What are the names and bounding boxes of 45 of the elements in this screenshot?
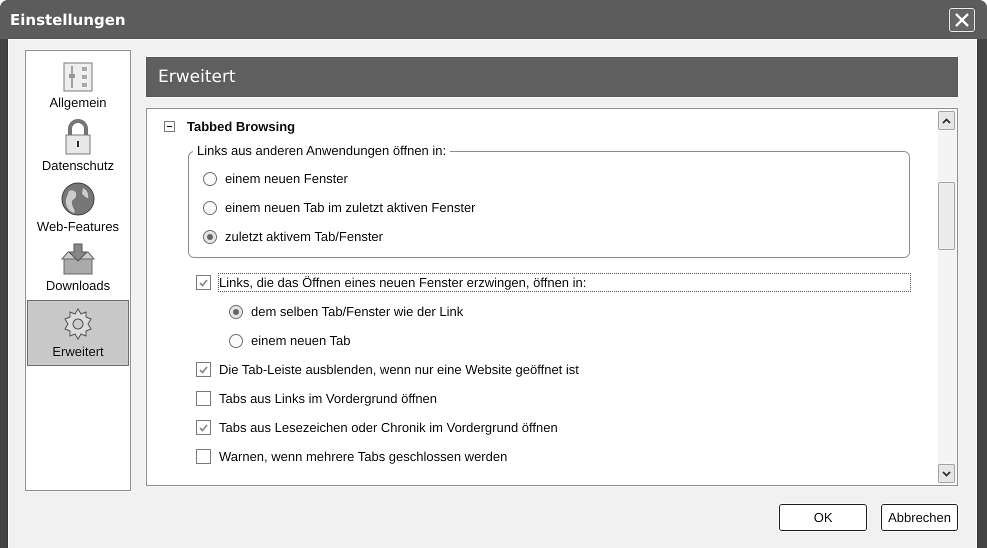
checkbox[interactable]	[196, 362, 211, 377]
checkbox[interactable]	[196, 391, 211, 406]
scroll-up-button[interactable]	[938, 111, 955, 130]
sliders-icon	[63, 62, 93, 92]
checkbox-label: Tabs aus Lesezeichen oder Chronik im Vordergrund öffnen	[219, 420, 558, 435]
close-icon	[954, 12, 970, 28]
option-label: einem neuen Fenster	[225, 171, 348, 186]
radio-button[interactable]	[229, 334, 243, 348]
option-label: dem selben Tab/Fenster wie der Link	[251, 304, 464, 319]
sidebar-item[interactable]: Allgemein	[27, 60, 129, 115]
sidebar-item[interactable]: Erweitert	[27, 300, 129, 366]
scrollbar[interactable]	[938, 109, 957, 485]
close-button[interactable]	[949, 8, 975, 32]
checkmark-icon	[199, 366, 208, 374]
checkmark-icon	[199, 278, 208, 286]
checkmark-icon	[199, 424, 208, 432]
radio-button[interactable]	[203, 230, 217, 244]
checkbox-label: Warnen, wenn mehrere Tabs geschlossen werden	[219, 449, 508, 464]
checkbox-label: Links, die das Öffnen eines neuen Fenster erzwingen, öffnen in:	[219, 274, 910, 291]
globe-icon	[61, 182, 95, 216]
scroll-down-button[interactable]	[938, 464, 955, 483]
group-legend: Links aus anderen Anwendungen öffnen in:	[193, 143, 450, 158]
section-title: Tabbed Browsing	[187, 118, 296, 134]
option-label: einem neuen Tab	[251, 333, 351, 348]
download-box-icon	[61, 243, 95, 275]
checkbox[interactable]	[196, 449, 211, 464]
checkbox-label: Die Tab-Leiste ausblenden, wenn nur eine Website geöffnet ist	[219, 362, 579, 377]
option-label: einem neuen Tab im zuletzt aktiven Fenster	[225, 200, 476, 215]
sidebar-item[interactable]: Web-Features	[27, 180, 129, 239]
sidebar-item[interactable]: Datenschutz	[27, 117, 129, 178]
radio-button[interactable]	[203, 200, 217, 214]
window-title: Einstellungen	[10, 10, 126, 28]
scroll-thumb[interactable]	[938, 182, 955, 250]
option-label: zuletzt aktivem Tab/Fenster	[225, 229, 383, 244]
ok-button[interactable]: OK	[779, 504, 868, 531]
checkbox[interactable]	[196, 275, 211, 290]
radio-button[interactable]	[229, 304, 243, 318]
cancel-button[interactable]: Abbrechen	[881, 504, 958, 531]
checkbox[interactable]	[196, 420, 211, 435]
padlock-icon	[63, 119, 93, 155]
collapse-icon[interactable]	[164, 120, 175, 132]
checkbox-label: Tabs aus Links im Vordergrund öffnen	[219, 391, 438, 406]
sidebar-item[interactable]: Downloads	[27, 241, 129, 298]
panel-title: Erweitert	[158, 67, 236, 87]
radio-button[interactable]	[203, 172, 217, 186]
